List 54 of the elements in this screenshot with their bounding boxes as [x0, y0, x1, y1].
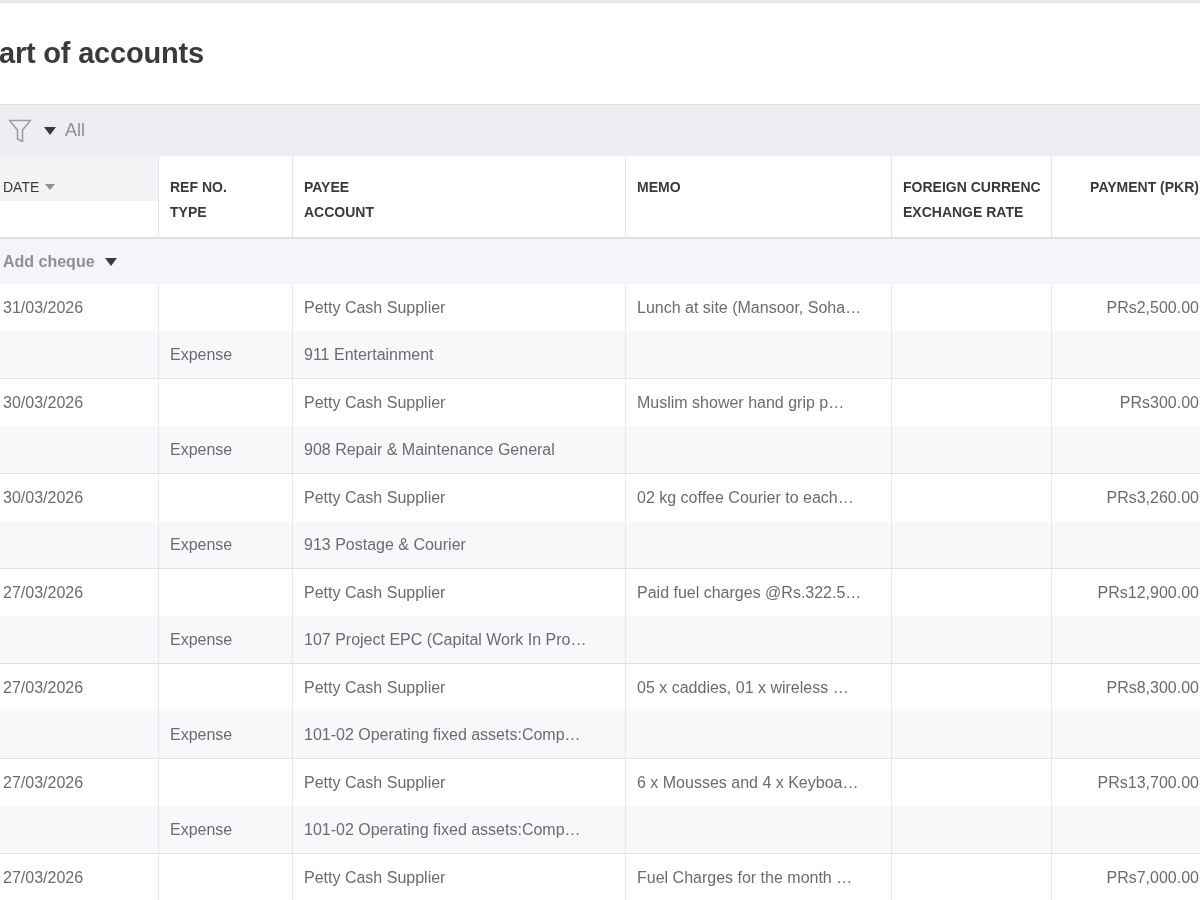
type-text: Expense [170, 440, 233, 459]
column-header[interactable]: PAYEE [304, 178, 350, 196]
type-text: Expense [170, 630, 233, 649]
payee-text: Petty Cash Supplier [304, 678, 446, 697]
payment-amount: PRs8,300.00 [1106, 678, 1199, 697]
type-text: Expense [170, 725, 233, 744]
memo-text: Paid fuel charges @Rs.322.5… [637, 583, 862, 602]
memo-text: 02 kg coffee Courier to each… [637, 488, 854, 507]
payee-text: Petty Cash Supplier [304, 393, 446, 412]
account-text: 101-02 Operating fixed assets:Comp… [304, 725, 581, 744]
date-text: 27/03/2026 [3, 868, 84, 887]
date-text: 27/03/2026 [3, 773, 84, 792]
column-header[interactable]: MEMO [637, 178, 681, 196]
type-text: Expense [170, 535, 233, 554]
payee-text: Petty Cash Supplier [304, 868, 446, 887]
account-text: 101-02 Operating fixed assets:Comp… [304, 820, 581, 839]
account-text: 913 Postage & Courier [304, 535, 466, 554]
account-text: 908 Repair & Maintenance General [304, 440, 555, 459]
date-text: 31/03/2026 [3, 298, 84, 317]
column-header[interactable]: TYPE [170, 203, 207, 221]
date-text: 30/03/2026 [3, 393, 84, 412]
caret-icon [104, 257, 117, 266]
sort-caret-icon [45, 184, 56, 190]
column-header[interactable]: ACCOUNT [304, 203, 374, 221]
account-text: 107 Project EPC (Capital Work In Pro… [304, 630, 587, 649]
type-text: Expense [170, 345, 233, 364]
memo-text: Fuel Charges for the month … [637, 868, 853, 887]
memo-text: 05 x caddies, 01 x wireless … [637, 678, 849, 697]
memo-text: Muslim shower hand grip p… [637, 393, 845, 412]
filter-icon[interactable] [8, 118, 32, 143]
payee-text: Petty Cash Supplier [304, 583, 446, 602]
type-text: Expense [170, 820, 233, 839]
column-header[interactable]: DATE [3, 178, 56, 196]
column-header[interactable]: EXCHANGE RATE [903, 203, 1024, 221]
caret-icon [44, 126, 56, 135]
payment-amount: PRs13,700.00 [1097, 773, 1199, 792]
payee-text: Petty Cash Supplier [304, 298, 446, 317]
memo-text: Lunch at site (Mansoor, Soha… [637, 298, 862, 317]
date-text: 27/03/2026 [3, 678, 84, 697]
payment-amount: PRs7,000.00 [1106, 868, 1199, 887]
memo-text: 6 x Mousses and 4 x Keyboa… [637, 773, 859, 792]
page-title: art of accounts [0, 37, 204, 70]
column-header[interactable]: REF NO. [170, 178, 227, 196]
date-text: 27/03/2026 [3, 583, 84, 602]
payee-text: Petty Cash Supplier [304, 488, 446, 507]
payment-amount: PRs3,260.00 [1106, 488, 1199, 507]
column-header[interactable]: PAYMENT (PKR) [1090, 178, 1199, 196]
date-text: 30/03/2026 [3, 488, 84, 507]
column-header[interactable]: FOREIGN CURRENC [903, 178, 1041, 196]
payment-amount: PRs2,500.00 [1106, 298, 1199, 317]
payee-text: Petty Cash Supplier [304, 773, 446, 792]
payment-amount: PRs300.00 [1119, 393, 1199, 412]
account-text: 911 Entertainment [304, 345, 434, 364]
payment-amount: PRs12,900.00 [1097, 583, 1199, 602]
